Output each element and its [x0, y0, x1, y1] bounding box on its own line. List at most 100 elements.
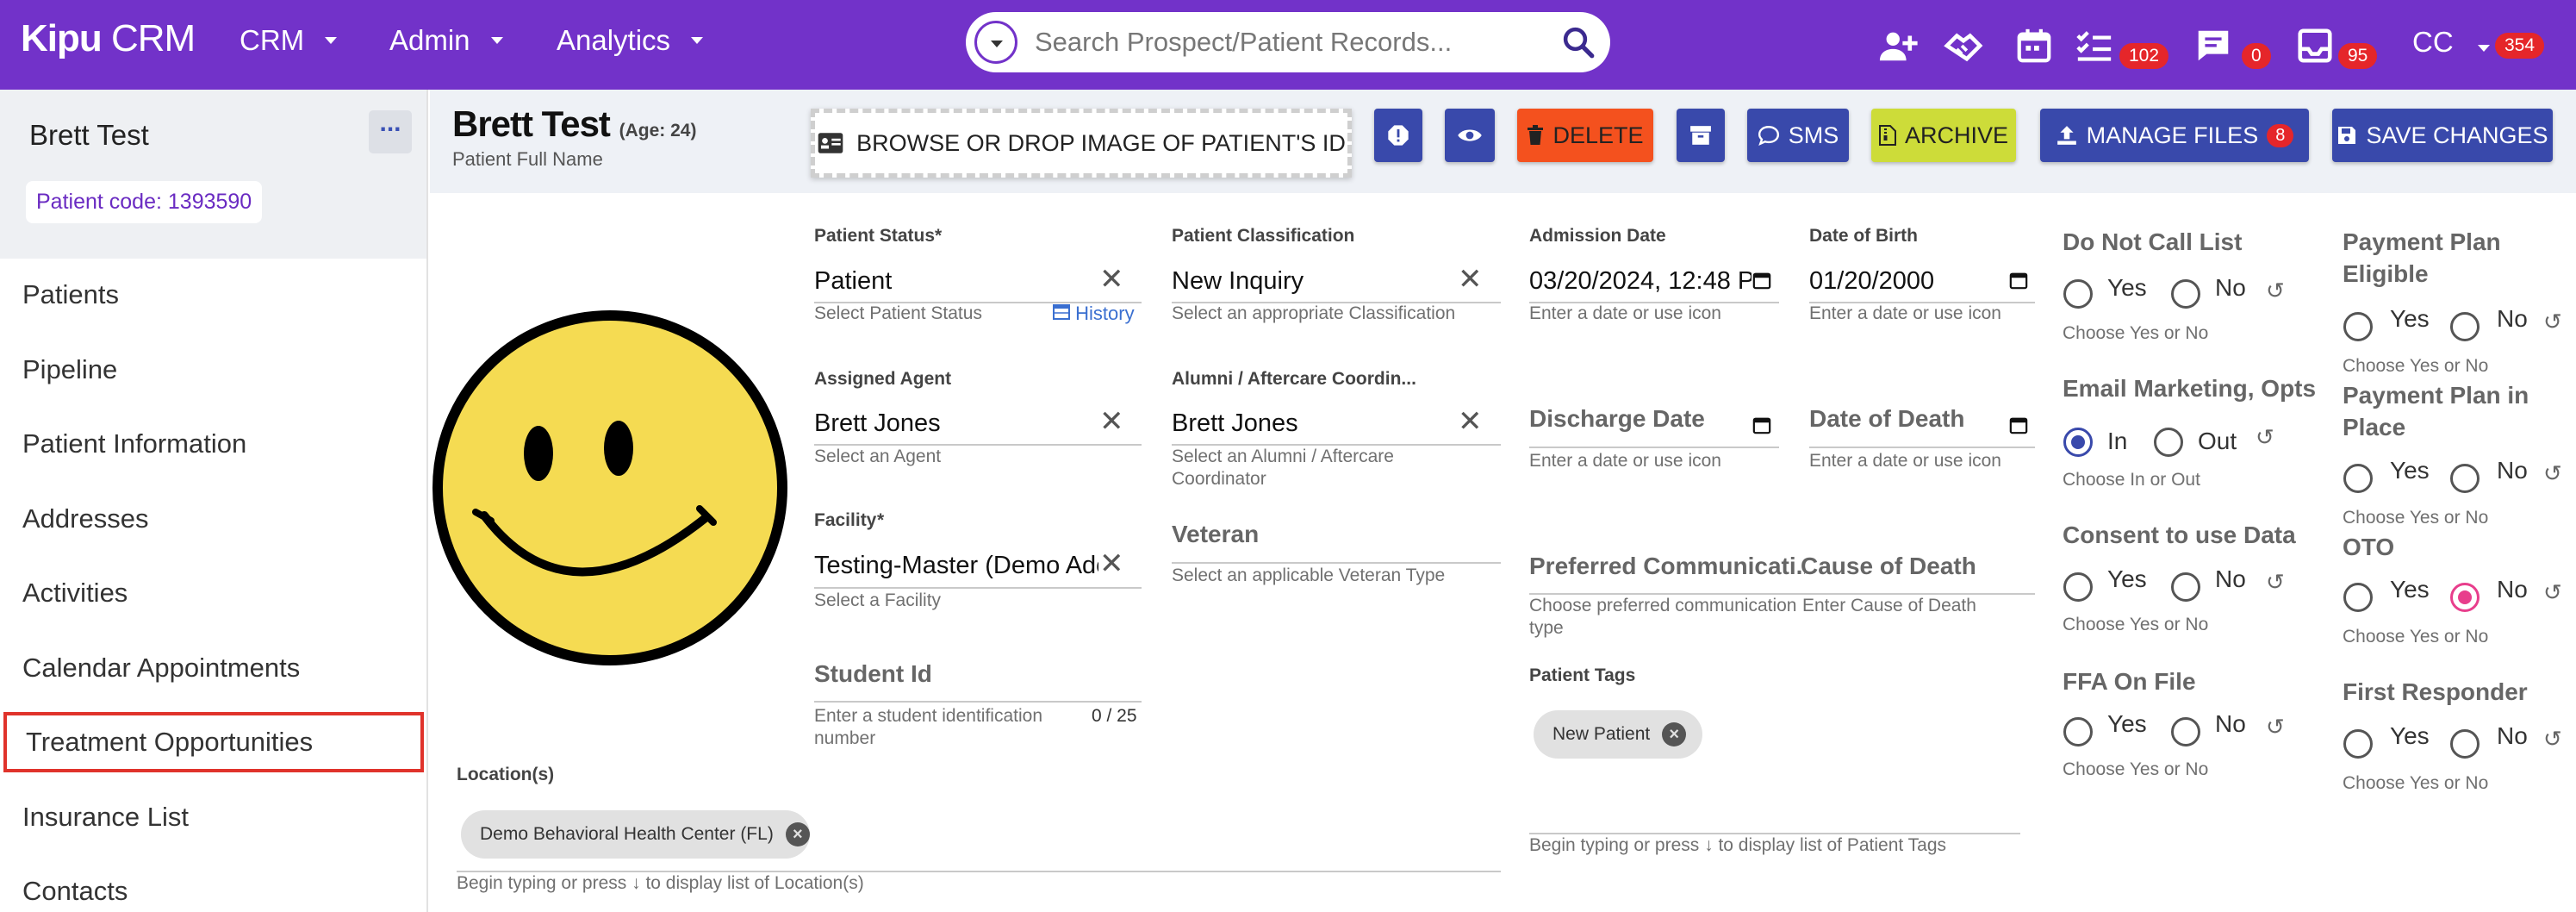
consent-no-radio[interactable] — [2171, 572, 2200, 602]
tasks-checklist-icon[interactable] — [2075, 26, 2114, 66]
clear-icon[interactable]: ✕ — [1099, 549, 1124, 578]
calendar-icon[interactable] — [2009, 415, 2028, 434]
clear-icon[interactable]: ✕ — [1099, 407, 1124, 436]
patient-status-select[interactable]: Patient — [814, 267, 1073, 296]
payment-eligible-no-radio[interactable] — [2450, 312, 2480, 341]
veteran-select[interactable]: Veteran — [1172, 521, 1259, 548]
do-not-call-no-radio[interactable] — [2171, 279, 2200, 309]
divider — [1809, 447, 2035, 448]
more-options-button[interactable]: ... — [369, 110, 412, 153]
undo-icon[interactable]: ↺ — [2256, 424, 2274, 451]
email-marketing-in-radio[interactable] — [2063, 428, 2093, 457]
patient-tag-chip[interactable]: New Patient × — [1534, 710, 1702, 759]
sidebar-item-pipeline[interactable]: Pipeline — [0, 340, 426, 400]
save-disk-icon — [2338, 127, 2356, 144]
add-user-icon[interactable] — [1878, 26, 1918, 66]
student-id-counter: 0 / 25 — [1092, 706, 1137, 726]
dob-input[interactable]: 01/20/2000 — [1809, 267, 1982, 296]
sidebar-item-insurance-list[interactable]: Insurance List — [0, 787, 426, 847]
payment-eligible-yes-radio[interactable] — [2343, 312, 2373, 341]
admission-date-input[interactable]: 03/20/2024, 12:48 P — [1529, 267, 1752, 296]
payment-in-place-no-radio[interactable] — [2450, 464, 2480, 493]
archive-box-button[interactable] — [1677, 109, 1725, 162]
undo-icon[interactable]: ↺ — [2266, 714, 2285, 740]
patient-status-help: Select Patient Status — [814, 303, 982, 323]
sidebar-item-addresses[interactable]: Addresses — [0, 489, 426, 549]
discharge-date-input[interactable]: Discharge Date — [1529, 405, 1705, 433]
calendar-icon[interactable] — [2009, 271, 2028, 290]
oto-no-radio[interactable] — [2450, 583, 2480, 612]
app-logo[interactable]: Kipu CRM — [21, 17, 196, 60]
nav-menu-admin[interactable]: Admin — [389, 24, 503, 57]
messages-icon[interactable] — [2193, 26, 2233, 66]
classification-help: Select an appropriate Classification — [1172, 303, 1456, 323]
user-menu[interactable]: CC — [2412, 26, 2490, 59]
oto-yes-radio[interactable] — [2343, 583, 2373, 612]
sidebar-item-calendar-appointments[interactable]: Calendar Appointments — [0, 638, 426, 698]
history-link[interactable]: History — [1053, 303, 1135, 325]
search-icon[interactable] — [1560, 24, 1596, 60]
nav-menu-crm[interactable]: CRM — [240, 24, 338, 57]
sidebar-item-contacts[interactable]: Contacts — [0, 861, 426, 912]
facility-select[interactable]: Testing-Master (Demo Adol — [814, 552, 1098, 580]
logo-rest: CRM — [101, 17, 196, 59]
date-of-death-input[interactable]: Date of Death — [1809, 405, 1964, 433]
assigned-agent-select[interactable]: Brett Jones — [814, 409, 1073, 438]
inbox-icon[interactable] — [2295, 26, 2335, 66]
consent-help: Choose Yes or No — [2063, 615, 2209, 634]
handshake-icon[interactable] — [1944, 26, 1983, 66]
clear-icon[interactable]: ✕ — [1458, 265, 1483, 294]
payment-in-place-yes-radio[interactable] — [2343, 464, 2373, 493]
location-chip[interactable]: Demo Behavioral Health Center (FL) × — [461, 810, 810, 859]
radio-label: In — [2107, 428, 2128, 454]
first-responder-no-radio[interactable] — [2450, 729, 2480, 759]
sms-button[interactable]: SMS — [1747, 109, 1849, 162]
ffa-no-radio[interactable] — [2171, 717, 2200, 746]
calendar-icon[interactable] — [1752, 271, 1771, 290]
table-icon — [1053, 304, 1070, 320]
search-input[interactable] — [1035, 22, 1534, 62]
ffa-yes-radio[interactable] — [2063, 717, 2093, 746]
eye-icon — [1458, 129, 1482, 141]
clear-icon[interactable]: ✕ — [1099, 265, 1124, 294]
sidebar-item-patients[interactable]: Patients — [0, 265, 426, 325]
alumni-coordinator-select[interactable]: Brett Jones — [1172, 409, 1430, 438]
payment-plan-in-place-label: Payment Plan in Place — [2343, 379, 2529, 443]
clear-icon[interactable]: ✕ — [1458, 407, 1483, 436]
remove-chip-icon[interactable]: × — [1662, 722, 1687, 746]
save-changes-button[interactable]: SAVE CHANGES — [2332, 109, 2553, 162]
undo-icon[interactable]: ↺ — [2543, 726, 2562, 753]
first-responder-yes-radio[interactable] — [2343, 729, 2373, 759]
manage-files-button[interactable]: MANAGE FILES 8 — [2040, 109, 2309, 162]
radio-label: Yes — [2107, 274, 2147, 301]
patient-photo-smiley[interactable] — [431, 309, 789, 667]
undo-icon[interactable]: ↺ — [2543, 579, 2562, 606]
email-marketing-help: Choose In or Out — [2063, 470, 2200, 490]
remove-chip-icon[interactable]: × — [785, 822, 810, 846]
do-not-call-yes-radio[interactable] — [2063, 279, 2093, 309]
undo-icon[interactable]: ↺ — [2543, 309, 2562, 335]
preferred-communication-select[interactable]: Preferred Communicati... — [1529, 553, 1805, 580]
sidebar-item-treatment-opportunities[interactable]: Treatment Opportunities — [3, 712, 424, 772]
student-id-field[interactable]: Student Id — [814, 660, 932, 688]
patient-name-text: Brett Test — [452, 103, 611, 144]
classification-select[interactable]: New Inquiry — [1172, 267, 1430, 296]
calendar-icon[interactable] — [2014, 26, 2054, 66]
id-image-dropzone[interactable]: BROWSE OR DROP IMAGE OF PATIENT'S ID — [811, 109, 1352, 178]
calendar-icon[interactable] — [1752, 415, 1771, 434]
undo-icon[interactable]: ↺ — [2266, 569, 2285, 596]
view-button[interactable] — [1445, 109, 1495, 162]
sidebar-item-activities[interactable]: Activities — [0, 563, 426, 623]
sidebar-item-patient-information[interactable]: Patient Information — [0, 414, 426, 474]
cause-of-death-input[interactable]: Cause of Death — [1801, 553, 1976, 580]
undo-icon[interactable]: ↺ — [2543, 460, 2562, 487]
nav-menu-analytics[interactable]: Analytics — [557, 24, 704, 57]
search-scope-dropdown[interactable] — [974, 21, 1017, 64]
alert-button[interactable] — [1374, 109, 1422, 162]
delete-button[interactable]: DELETE — [1517, 109, 1653, 162]
undo-icon[interactable]: ↺ — [2266, 278, 2285, 304]
consent-yes-radio[interactable] — [2063, 572, 2093, 602]
email-marketing-out-radio[interactable] — [2154, 428, 2183, 457]
archive-button[interactable]: ARCHIVE — [1871, 109, 2016, 162]
user-notification-badge: 354 — [2495, 33, 2545, 59]
